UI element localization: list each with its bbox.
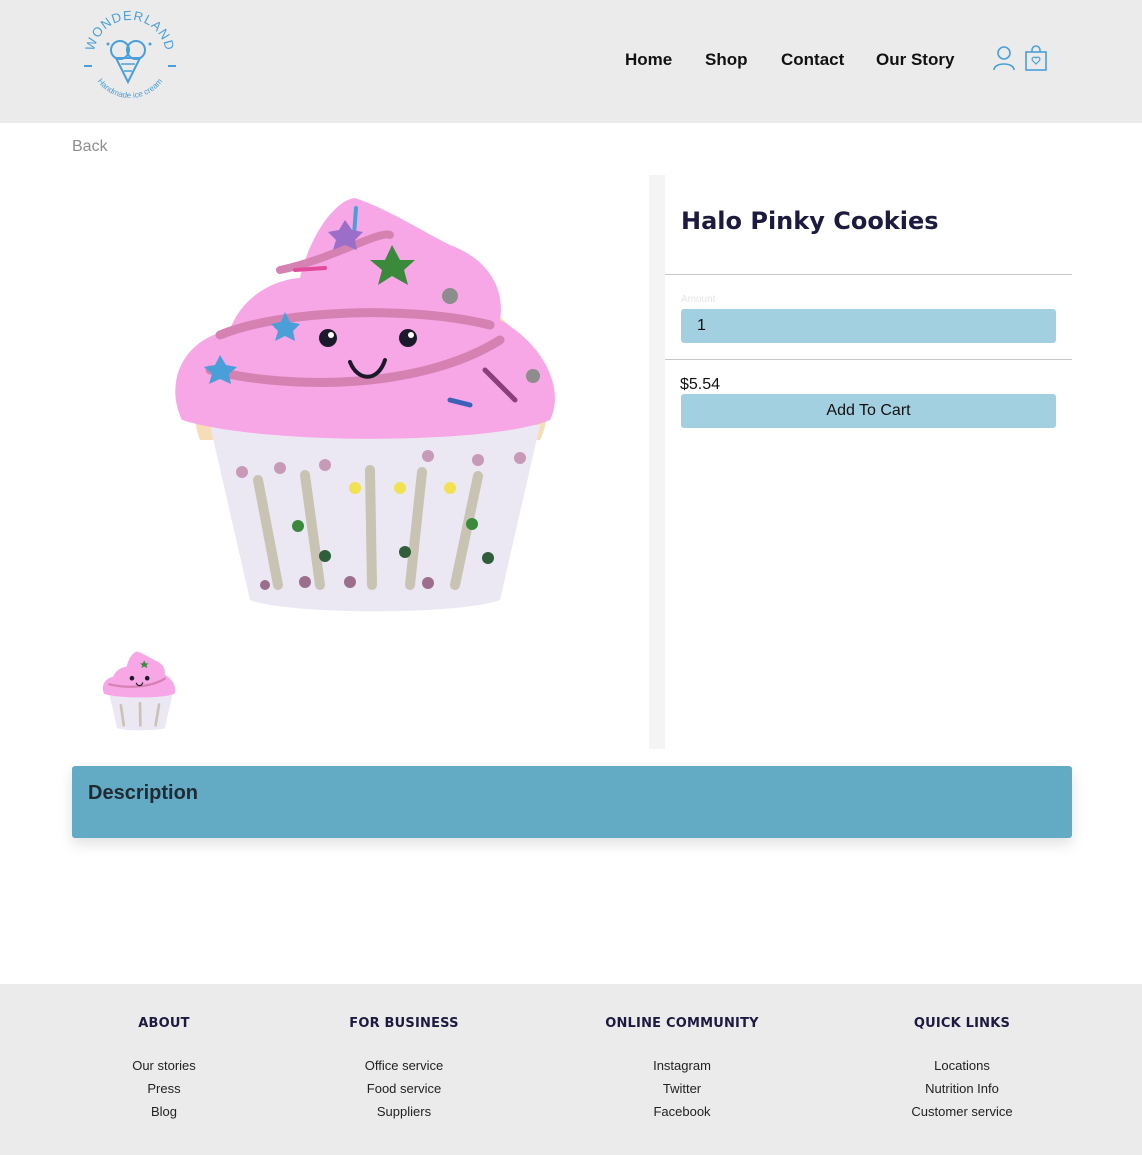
footer-col-online-community: ONLINE COMMUNITY Instagram Twitter Faceb… <box>562 1014 802 1123</box>
footer-col-for-business: FOR BUSINESS Office service Food service… <box>284 1014 524 1123</box>
footer-col-about: ABOUT Our stories Press Blog <box>44 1014 284 1123</box>
nav-contact[interactable]: Contact <box>781 50 844 70</box>
footer-link-press[interactable]: Press <box>44 1077 284 1100</box>
add-to-cart-button[interactable]: Add To Cart <box>681 394 1056 428</box>
footer-link-facebook[interactable]: Facebook <box>562 1100 802 1123</box>
footer-link-our-stories[interactable]: Our stories <box>44 1054 284 1077</box>
footer-link-office-service[interactable]: Office service <box>284 1054 524 1077</box>
main-nav: Home Shop Contact Our Story <box>0 50 1142 72</box>
product-thumbnail[interactable] <box>98 650 180 732</box>
product-detail-panel <box>665 175 1072 749</box>
cupcake-illustration <box>175 198 555 612</box>
footer-link-twitter[interactable]: Twitter <box>562 1077 802 1100</box>
product-image <box>160 190 570 620</box>
footer-heading: QUICK LINKS <box>913 1016 1011 1031</box>
amount-label: Amount <box>681 294 716 305</box>
footer-link-customer-service[interactable]: Customer service <box>842 1100 1082 1123</box>
user-icon[interactable] <box>992 45 1016 76</box>
divider-line <box>665 359 1072 360</box>
svg-text:Handmade ice cream: Handmade ice cream <box>96 76 165 100</box>
footer-heading: ABOUT <box>138 1016 190 1031</box>
nav-shop[interactable]: Shop <box>705 50 748 70</box>
nav-home[interactable]: Home <box>625 50 672 70</box>
divider-line <box>665 274 1072 275</box>
description-title: Description <box>88 782 199 804</box>
product-price: $5.54 <box>680 376 721 393</box>
footer-col-quick-links: QUICK LINKS Locations Nutrition Info Cus… <box>842 1014 1082 1123</box>
back-link[interactable]: Back <box>72 138 108 156</box>
amount-input[interactable] <box>681 309 1056 343</box>
nav-our-story[interactable]: Our Story <box>876 50 954 70</box>
footer-heading: ONLINE COMMUNITY <box>605 1016 759 1031</box>
footer-link-instagram[interactable]: Instagram <box>562 1054 802 1077</box>
footer-link-blog[interactable]: Blog <box>44 1100 284 1123</box>
svg-text:WONDERLAND: WONDERLAND <box>82 8 177 52</box>
shopping-bag-icon[interactable] <box>1024 45 1048 76</box>
footer-link-suppliers[interactable]: Suppliers <box>284 1100 524 1123</box>
footer-link-food-service[interactable]: Food service <box>284 1077 524 1100</box>
footer-link-locations[interactable]: Locations <box>842 1054 1082 1077</box>
footer-link-nutrition-info[interactable]: Nutrition Info <box>842 1077 1082 1100</box>
product-title: Halo Pinky Cookies <box>681 207 939 235</box>
site-footer: ABOUT Our stories Press Blog FOR BUSINES… <box>0 984 1142 1155</box>
cupcake-thumbnail-icon <box>102 651 176 731</box>
footer-heading: FOR BUSINESS <box>349 1016 459 1031</box>
panel-divider <box>649 175 665 749</box>
description-section[interactable]: Description <box>72 766 1072 838</box>
site-header: WONDERLAND Handmade ice cream Home Shop … <box>0 0 1142 123</box>
